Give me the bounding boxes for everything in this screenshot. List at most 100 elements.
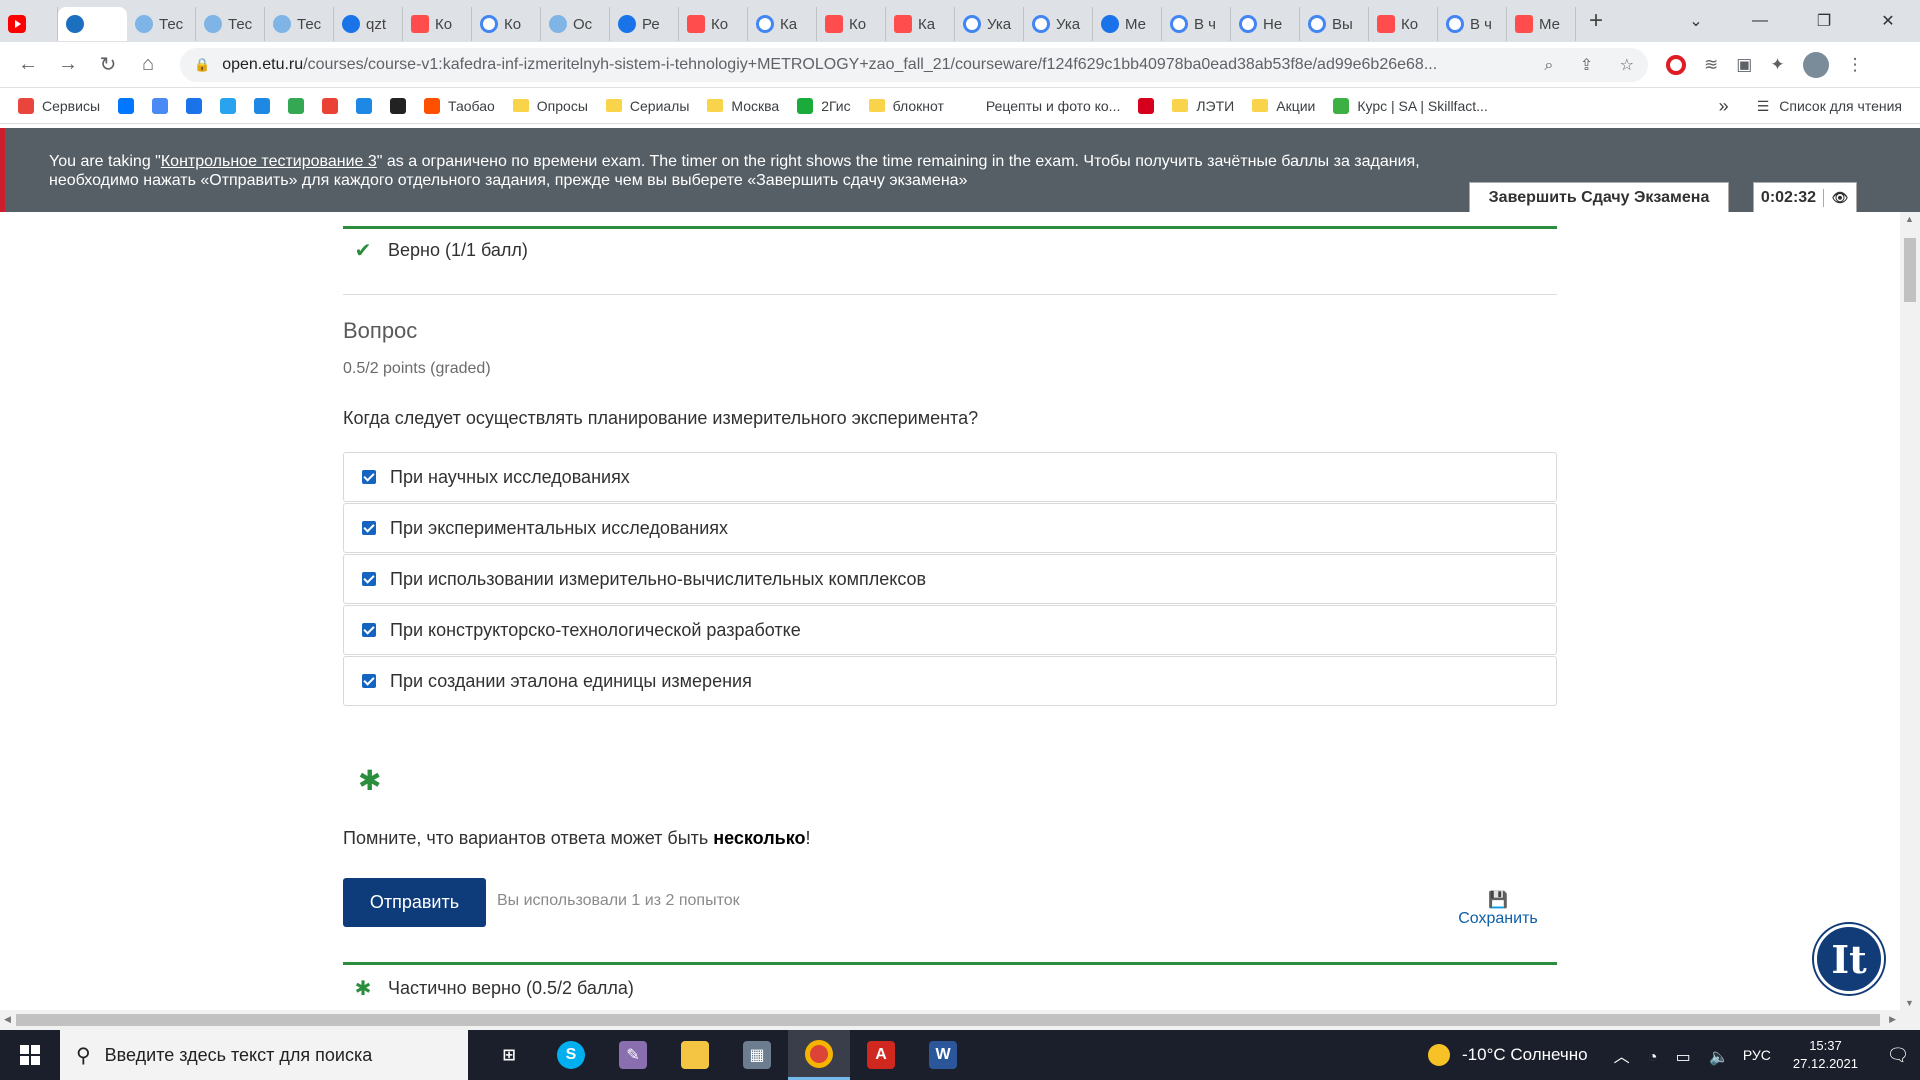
minimize-button[interactable]: — (1728, 12, 1792, 30)
calculator-app[interactable]: ▦ (726, 1030, 788, 1080)
bookmark-item[interactable]: блокнот (868, 98, 944, 114)
home-button[interactable]: ⌂ (128, 53, 168, 76)
audio-extension-icon[interactable]: ≋ (1704, 55, 1718, 75)
vertical-scrollbar[interactable]: ▲ ▼ (1900, 212, 1920, 1010)
bookmark-item[interactable]: 2Гис (797, 97, 851, 114)
browser-tab[interactable]: В ч (1162, 7, 1231, 41)
zoom-icon[interactable]: ⌕ (1544, 57, 1553, 74)
bookmark-item[interactable]: Рецепты и фото ко... (961, 97, 1120, 114)
forward-button[interactable]: → (48, 53, 88, 76)
scroll-right-arrow-icon[interactable]: ▶ (1889, 1014, 1896, 1025)
clock[interactable]: 15:37 27.12.2021 (1793, 1037, 1858, 1073)
reading-list-button[interactable]: Список для чтения (1779, 98, 1902, 114)
it-logo-button[interactable]: It (1814, 924, 1884, 994)
skype-app[interactable]: S (540, 1030, 602, 1080)
browser-tab[interactable]: Ко (472, 7, 541, 41)
reading-list-icon[interactable]: ☰ (1757, 98, 1770, 115)
browser-tab[interactable]: Тес (127, 7, 196, 41)
browser-tab[interactable] (58, 7, 127, 41)
volume-icon[interactable]: 🔈 (1709, 1049, 1729, 1066)
scroll-down-arrow-icon[interactable]: ▼ (1905, 998, 1914, 1008)
bookmark-item[interactable]: Таобао (424, 97, 495, 114)
tab-search-icon[interactable]: ⌄ (1664, 11, 1728, 31)
close-window-button[interactable]: ✕ (1856, 11, 1920, 31)
exam-link[interactable]: Контрольное тестирование 3 (161, 153, 377, 170)
browser-tab[interactable]: Ме (1093, 7, 1162, 41)
new-tab-button[interactable]: + (1576, 7, 1616, 35)
browser-tab[interactable]: Ука (955, 7, 1024, 41)
taskbar-search-box[interactable]: ⚲ Введите здесь текст для поиска (60, 1030, 468, 1080)
bookmark-item[interactable]: Москва (707, 98, 779, 114)
horizontal-scrollbar[interactable]: ◀ ▶ (0, 1010, 1920, 1030)
bookmark-item[interactable] (390, 97, 407, 114)
bookmark-item[interactable] (152, 97, 169, 114)
browser-tab[interactable]: qzt (334, 7, 403, 41)
chrome-app[interactable] (788, 1030, 850, 1080)
scroll-left-arrow-icon[interactable]: ◀ (4, 1014, 11, 1025)
finish-exam-button[interactable]: Завершить Сдачу Экзамена (1469, 182, 1729, 212)
option-checkbox[interactable] (362, 674, 376, 688)
option-checkbox[interactable] (362, 623, 376, 637)
opera-extension-icon[interactable] (1666, 54, 1686, 75)
weather-widget[interactable]: -10°C Солнечно (1428, 1044, 1588, 1066)
option-checkbox[interactable] (362, 572, 376, 586)
horizontal-scroll-thumb[interactable] (16, 1014, 1880, 1026)
browser-tab[interactable]: Не (1231, 7, 1300, 41)
bookmark-item[interactable] (220, 97, 237, 114)
browser-tab[interactable]: Тес (196, 7, 265, 41)
bookmark-item[interactable] (254, 97, 271, 114)
browser-tab[interactable]: Ко (817, 7, 886, 41)
browser-tab[interactable]: Вы (1300, 7, 1369, 41)
hide-timer-eye-icon[interactable]: 👁 (1824, 190, 1856, 206)
browser-tab[interactable]: Ко (403, 7, 472, 41)
bookmark-item[interactable] (288, 97, 305, 114)
battery-icon[interactable]: ▭ (1676, 1049, 1691, 1066)
reload-button[interactable]: ↻ (88, 52, 128, 77)
share-icon[interactable]: ⇪ (1580, 57, 1593, 74)
task-view-button[interactable]: ⊞ (478, 1030, 540, 1080)
answer-option[interactable]: При научных исследованиях (343, 452, 1557, 502)
option-checkbox[interactable] (362, 521, 376, 535)
bookmark-item[interactable]: Курс | SA | Skillfact... (1333, 97, 1488, 114)
acrobat-app[interactable]: A (850, 1030, 912, 1080)
file-explorer-app[interactable] (664, 1030, 726, 1080)
bookmark-item[interactable]: Сервисы (18, 97, 100, 114)
paint-app[interactable]: ✎ (602, 1030, 664, 1080)
show-hidden-icons-chevron-icon[interactable]: ︿ (1614, 1049, 1630, 1066)
answer-option[interactable]: При экспериментальных исследованиях (343, 503, 1557, 553)
scroll-up-arrow-icon[interactable]: ▲ (1905, 214, 1914, 224)
bookmark-item[interactable]: Сериалы (605, 98, 689, 114)
browser-tab[interactable]: Ка (886, 7, 955, 41)
url-text[interactable]: open.etu.ru/courses/course-v1:kafedra-in… (222, 56, 1522, 74)
answer-option[interactable]: При создании эталона единицы измерения (343, 656, 1557, 706)
word-app[interactable]: W (912, 1030, 974, 1080)
browser-tab[interactable]: В ч (1438, 7, 1507, 41)
browser-tab[interactable]: Тес (265, 7, 334, 41)
browser-menu-icon[interactable]: ⋮ (1847, 55, 1864, 75)
browser-tab[interactable]: Ко (1369, 7, 1438, 41)
browser-tab[interactable] (0, 7, 58, 41)
bookmarks-overflow-button[interactable]: » (1719, 96, 1729, 117)
browser-tab[interactable]: Ме (1507, 7, 1576, 41)
network-icon[interactable]: ◔ (1648, 1049, 1658, 1066)
back-button[interactable]: ← (8, 53, 48, 76)
bookmark-item[interactable]: ЛЭТИ (1172, 98, 1234, 114)
bookmark-item[interactable]: Опросы (512, 98, 588, 114)
bookmark-item[interactable] (356, 97, 373, 114)
save-button[interactable]: 💾 Сохранить (1448, 890, 1548, 928)
bookmark-item[interactable] (118, 97, 135, 114)
extensions-puzzle-icon[interactable]: ✦ (1770, 55, 1784, 75)
answer-option[interactable]: При конструкторско-технологической разра… (343, 605, 1557, 655)
option-checkbox[interactable] (362, 470, 376, 484)
address-bar[interactable]: 🔒 open.etu.ru/courses/course-v1:kafedra-… (180, 47, 1648, 82)
browser-tab[interactable]: Ос (541, 7, 610, 41)
bookmark-star-icon[interactable]: ☆ (1620, 57, 1634, 74)
browser-tab[interactable]: Ка (748, 7, 817, 41)
bookmark-item[interactable] (1138, 97, 1155, 114)
browser-tab[interactable]: Ре (610, 7, 679, 41)
answer-option[interactable]: При использовании измерительно-вычислите… (343, 554, 1557, 604)
profile-avatar[interactable] (1802, 51, 1829, 78)
package-extension-icon[interactable]: ▣ (1736, 55, 1752, 75)
start-button[interactable] (0, 1030, 60, 1080)
browser-tab[interactable]: Ко (679, 7, 748, 41)
